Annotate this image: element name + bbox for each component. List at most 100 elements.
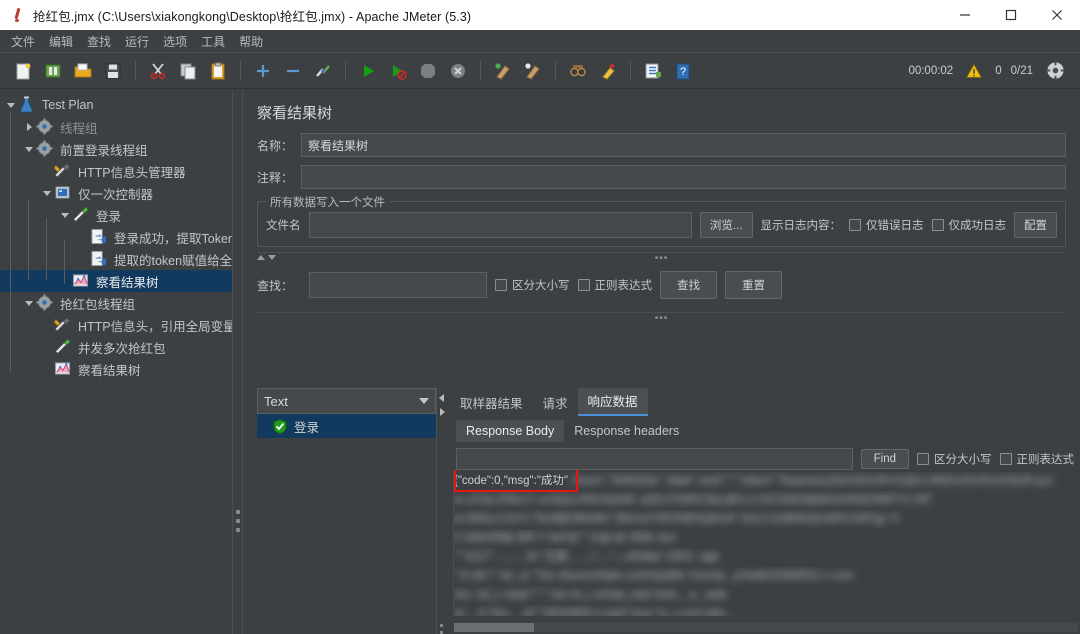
save-icon[interactable] (100, 58, 126, 84)
function-helper-icon[interactable] (640, 58, 666, 84)
response-body-text[interactable]: {"code":0,"msg":"成功","trace":"304020a","… (454, 470, 1078, 616)
chevron-down-icon[interactable] (22, 138, 36, 160)
menu-run[interactable]: 运行 (118, 31, 156, 52)
menu-tools[interactable]: 工具 (194, 31, 232, 52)
tree-node[interactable]: HTTP信息头，引用全局变量tok (0, 314, 232, 336)
response-case-sensitive-box[interactable] (917, 453, 929, 465)
collapser-arrows[interactable] (257, 255, 276, 260)
chevron-down-icon[interactable] (40, 182, 54, 204)
stop-icon[interactable] (415, 58, 441, 84)
copy-icon[interactable] (175, 58, 201, 84)
search-reset-button[interactable]: 重置 (725, 271, 782, 299)
response-subtab[interactable]: Response Body (456, 420, 565, 442)
response-find-button[interactable]: Find (860, 449, 909, 469)
splitter-grip[interactable] (236, 510, 241, 536)
search-find-button[interactable]: 查找 (660, 271, 717, 299)
collapse-left-arrow-icon[interactable] (439, 394, 444, 402)
response-case-sensitive-checkbox[interactable]: 区分大小写 (917, 451, 992, 467)
success-only-box[interactable] (931, 219, 944, 231)
paste-icon[interactable] (205, 58, 231, 84)
success-only-checkbox[interactable]: 仅成功日志 (931, 217, 1006, 233)
clear-icon[interactable] (490, 58, 516, 84)
collapse-down-arrow[interactable] (268, 255, 276, 260)
templates-icon[interactable] (40, 58, 66, 84)
configure-button[interactable]: 配置 (1014, 212, 1057, 238)
expand-right-arrow-icon[interactable] (440, 408, 445, 416)
shutdown-icon[interactable] (445, 58, 471, 84)
name-input[interactable] (301, 133, 1066, 157)
search-case-sensitive-checkbox[interactable]: 区分大小写 (495, 277, 570, 293)
search-case-sensitive-box[interactable] (495, 279, 507, 291)
results-splitter[interactable] (436, 388, 448, 634)
browse-button[interactable]: 浏览... (699, 212, 753, 238)
close-button[interactable] (1034, 0, 1080, 30)
comment-input[interactable] (301, 165, 1066, 189)
response-regex-checkbox[interactable]: 正则表达式 (999, 451, 1074, 467)
lower-collapser-dots[interactable]: ••• (655, 314, 669, 324)
tree-node[interactable]: HTTP信息头管理器 (0, 160, 232, 182)
chevron-down-icon[interactable] (4, 94, 18, 116)
minimize-button[interactable] (942, 0, 988, 30)
collapse-up-arrow[interactable] (257, 255, 265, 260)
response-tab[interactable]: 响应数据 (577, 388, 648, 416)
lower-collapser[interactable]: ••• (257, 312, 1066, 325)
tree-node[interactable]: 察看结果树 (0, 270, 232, 292)
open-icon[interactable] (70, 58, 96, 84)
start-no-pauses-icon[interactable] (385, 58, 411, 84)
scrollbar-thumb[interactable] (454, 623, 534, 632)
cut-icon[interactable] (145, 58, 171, 84)
tree-node[interactable]: 前置登录线程组 (0, 138, 232, 160)
maximize-button[interactable] (988, 0, 1034, 30)
tree-node[interactable]: 察看结果树 (0, 358, 232, 380)
main-splitter[interactable] (232, 90, 243, 634)
response-subtab[interactable]: Response headers (564, 420, 689, 442)
tree-node[interactable]: 提取的token赋值给全局变 (0, 248, 232, 270)
tree-node[interactable]: 登录成功，提取Token (0, 226, 232, 248)
tree-node[interactable]: 抢红包线程组 (0, 292, 232, 314)
search-input[interactable] (309, 272, 487, 298)
menu-help[interactable]: 帮助 (232, 31, 270, 52)
search-regex-box[interactable] (577, 279, 590, 291)
response-find-input[interactable] (456, 448, 853, 470)
tree-node[interactable]: 并发多次抢红包 (0, 336, 232, 358)
chevron-right-icon[interactable] (22, 116, 36, 138)
filename-input[interactable] (308, 212, 692, 238)
tree-node[interactable]: 登录 (0, 204, 232, 226)
menu-options[interactable]: 选项 (156, 31, 194, 52)
new-icon[interactable] (10, 58, 36, 84)
tree-node[interactable]: Test Plan (0, 94, 232, 116)
upper-collapser[interactable]: ••• (257, 252, 1066, 265)
search-reset-icon[interactable] (595, 58, 621, 84)
collapse-all-icon[interactable] (280, 58, 306, 84)
tree-node[interactable]: 线程组 (0, 116, 232, 138)
search-regex-checkbox[interactable]: 正则表达式 (577, 277, 652, 293)
chevron-down-icon[interactable] (22, 292, 36, 314)
response-tab[interactable]: 取样器结果 (450, 388, 533, 416)
chevron-down-icon[interactable] (58, 204, 72, 226)
view-results-tree-panel: 察看结果树 名称： 注释： 所有数据写入一个文件 文件名 浏览... 显示日志内… (243, 90, 1080, 634)
errors-only-checkbox[interactable]: 仅错误日志 (849, 217, 924, 233)
results-splitter-grip[interactable] (440, 624, 443, 634)
response-horizontal-scrollbar[interactable] (454, 623, 1078, 632)
menu-file[interactable]: 文件 (4, 31, 42, 52)
response-tab[interactable]: 请求 (533, 388, 578, 416)
renderer-select[interactable]: Text (257, 388, 436, 414)
search-icon[interactable] (565, 58, 591, 84)
active-threads-icon (1044, 58, 1066, 84)
test-plan-tree[interactable]: Test Plan 线程组 前置登录线程组 HTTP信息头管理器 仅一次控制器 登录 登录成… (0, 90, 232, 634)
sampler-list-item[interactable]: 登录 (257, 414, 436, 438)
name-row: 名称： (243, 133, 1080, 165)
errors-only-box[interactable] (849, 219, 861, 231)
expand-all-icon[interactable] (250, 58, 276, 84)
menu-edit[interactable]: 编辑 (42, 31, 80, 52)
help-icon[interactable]: ? (670, 58, 696, 84)
collapser-dots[interactable]: ••• (655, 254, 669, 264)
tree-node[interactable]: 仅一次控制器 (0, 182, 232, 204)
response-regex-box[interactable] (999, 453, 1012, 465)
start-icon[interactable] (355, 58, 381, 84)
clear-all-icon[interactable] (520, 58, 546, 84)
menu-search[interactable]: 查找 (80, 31, 118, 52)
warning-triangle-icon[interactable] (964, 58, 984, 84)
toggle-icon[interactable] (310, 58, 336, 84)
chevron-down-icon[interactable] (419, 398, 429, 404)
